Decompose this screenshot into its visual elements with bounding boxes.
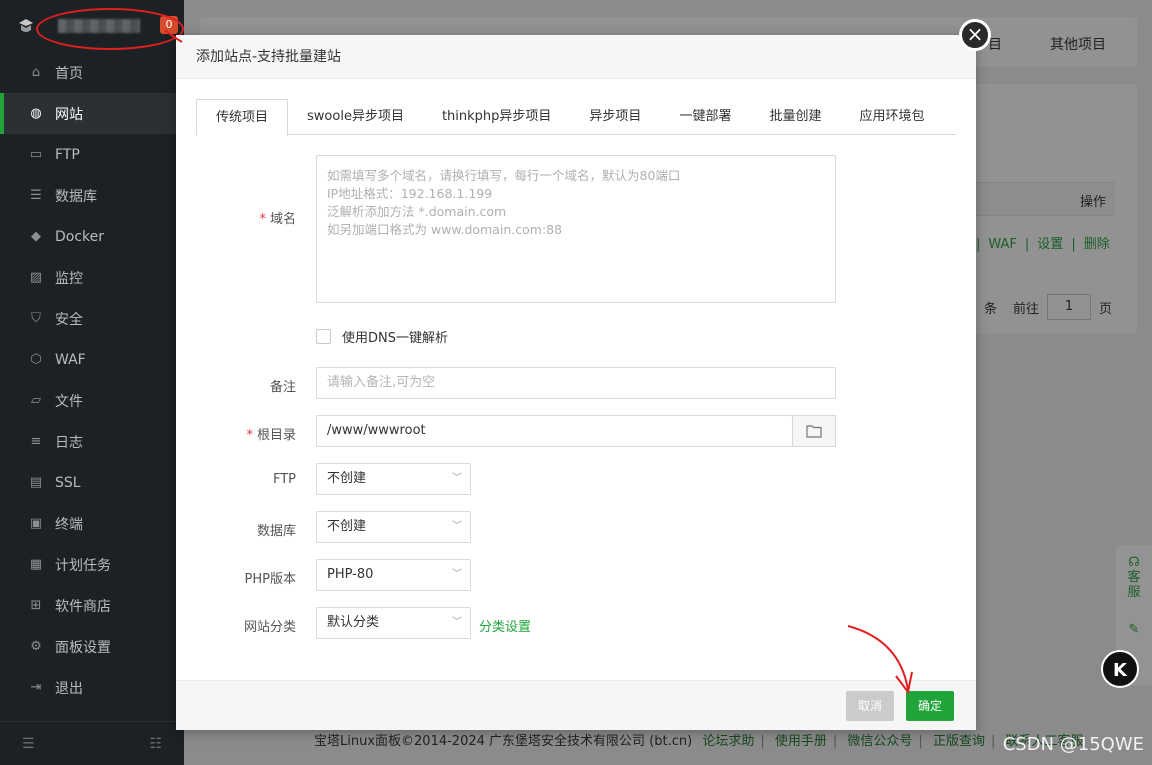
watermark-text: CSDN @15QWE <box>1002 734 1144 755</box>
annotation-arrows <box>164 29 913 695</box>
